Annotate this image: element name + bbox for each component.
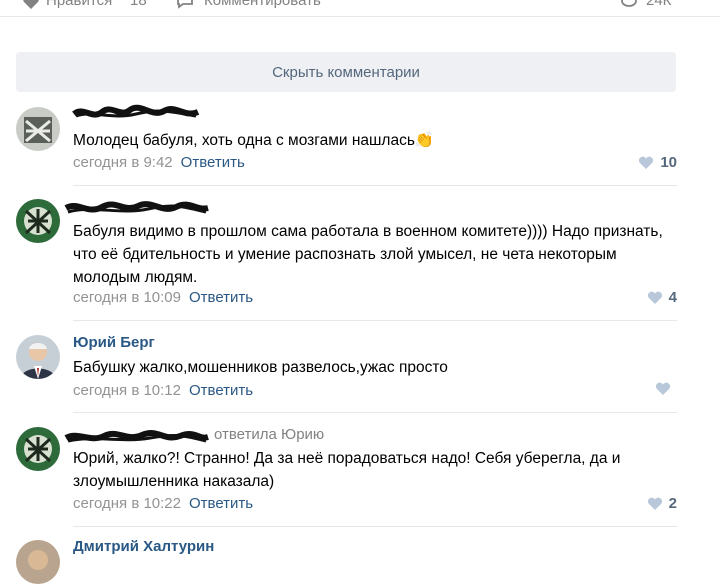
comment-meta: сегодня в 9:42 Ответить xyxy=(73,154,245,171)
like-count: 10 xyxy=(660,154,677,171)
like-count: 2 xyxy=(668,495,677,512)
divider xyxy=(73,412,677,413)
author-name-redaction[interactable] xyxy=(72,104,200,122)
comment-time[interactable]: сегодня в 9:42 xyxy=(73,154,173,171)
comment-text: Бабушку жалко,мошенников развелось,ужас … xyxy=(73,359,448,376)
hide-comments-button[interactable]: Скрыть комментарии xyxy=(16,52,676,92)
divider xyxy=(73,185,677,186)
avatar[interactable] xyxy=(16,427,60,471)
comment-time[interactable]: сегодня в 10:22 xyxy=(73,495,181,512)
views-count: 24К xyxy=(646,0,672,9)
heart-icon xyxy=(655,382,671,395)
heart-icon[interactable] xyxy=(22,0,40,15)
comment-author[interactable]: Дмитрий Халтурин xyxy=(73,538,214,555)
replied-to-label[interactable]: ответила Юрию xyxy=(214,426,324,443)
reply-link[interactable]: Ответить xyxy=(181,154,245,171)
heart-icon xyxy=(647,291,662,304)
reply-link[interactable]: Ответить xyxy=(189,382,253,399)
like-button[interactable]: 10 xyxy=(638,154,677,171)
avatar[interactable] xyxy=(16,107,60,151)
comment-text: Молодец бабуля, хоть одна с мозгами нашл… xyxy=(73,132,435,149)
heart-icon xyxy=(639,156,654,169)
post-actions-bar: Нравится 18 Комментировать 24К xyxy=(0,0,720,17)
comment-icon[interactable] xyxy=(176,0,194,14)
reply-link[interactable]: Ответить xyxy=(189,289,253,306)
divider xyxy=(73,320,677,321)
avatar[interactable] xyxy=(16,540,60,584)
comment-meta: сегодня в 10:12 Ответить xyxy=(73,382,253,399)
comment-text: Бабуля видимо в прошлом сама работала в … xyxy=(73,223,663,286)
reply-link[interactable]: Ответить xyxy=(189,495,253,512)
comment-time[interactable]: сегодня в 10:09 xyxy=(73,289,181,306)
comment-meta: сегодня в 10:22 Ответить xyxy=(73,495,253,512)
avatar[interactable] xyxy=(16,335,60,379)
author-name-redaction[interactable] xyxy=(64,199,210,219)
comment-label[interactable]: Комментировать xyxy=(204,0,321,9)
like-button[interactable]: 2 xyxy=(647,495,677,512)
like-count: 4 xyxy=(668,289,677,306)
comment-text: Юрий, жалко?! Странно! Да за неё порадов… xyxy=(73,450,621,490)
like-button[interactable]: 4 xyxy=(647,289,677,306)
eye-icon xyxy=(620,0,638,13)
comment-author[interactable]: Юрий Берг xyxy=(73,334,155,351)
avatar[interactable] xyxy=(16,199,60,243)
comment-meta: сегодня в 10:09 Ответить xyxy=(73,289,253,306)
like-count: 18 xyxy=(130,0,147,9)
divider xyxy=(73,526,677,527)
like-label[interactable]: Нравится xyxy=(46,0,112,9)
heart-icon xyxy=(647,497,662,510)
comment-time[interactable]: сегодня в 10:12 xyxy=(73,382,181,399)
like-button[interactable] xyxy=(655,382,677,396)
author-name-redaction[interactable] xyxy=(64,427,210,447)
